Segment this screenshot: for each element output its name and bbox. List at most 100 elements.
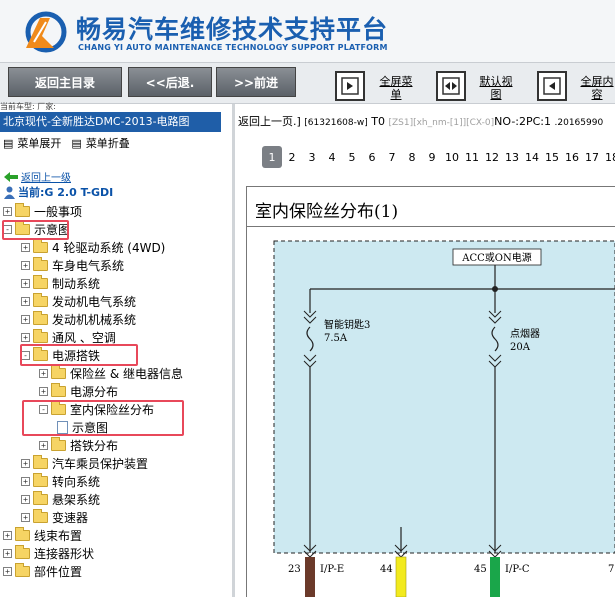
tree-item[interactable]: + 搭铁分布: [39, 436, 118, 454]
back-arrow-icon: [4, 171, 18, 182]
tree-item-label[interactable]: 转向系统: [52, 473, 100, 490]
tree-item-label[interactable]: 线束布置: [34, 527, 82, 544]
tree-item[interactable]: + 发动机机械系统: [21, 310, 136, 328]
page-16[interactable]: 16: [562, 146, 582, 168]
tree-item[interactable]: + 保险丝 & 继电器信息: [39, 364, 183, 382]
tree-item-label[interactable]: 悬架系统: [52, 491, 100, 508]
expand-icon[interactable]: +: [21, 476, 30, 486]
expand-icon[interactable]: +: [21, 296, 30, 306]
tree-item[interactable]: + 线束布置: [3, 526, 82, 544]
page-17[interactable]: 17: [582, 146, 602, 168]
expand-icon[interactable]: +: [21, 260, 30, 270]
page-5[interactable]: 5: [342, 146, 362, 168]
page-8[interactable]: 8: [402, 146, 422, 168]
page-15[interactable]: 15: [542, 146, 562, 168]
expand-icon[interactable]: +: [39, 386, 48, 396]
tree-item-label[interactable]: 变速器: [52, 509, 88, 526]
back-page-link[interactable]: 返回上一页.]: [238, 115, 301, 128]
expand-icon[interactable]: +: [39, 368, 48, 378]
expand-icon[interactable]: +: [3, 530, 12, 540]
forward-button[interactable]: >>前进: [216, 67, 296, 97]
tree-item[interactable]: +4 轮驱动系统 (4WD): [21, 238, 165, 256]
logo-icon: [25, 11, 67, 53]
expand-icon[interactable]: +: [3, 566, 12, 576]
page-7[interactable]: 7: [382, 146, 402, 168]
page-1[interactable]: 1: [262, 146, 282, 168]
vehicle-meta: 当前车型: 厂家:: [0, 102, 56, 111]
back-button[interactable]: <<后退.: [128, 67, 212, 97]
folder-icon: [33, 472, 48, 487]
home-button[interactable]: 返回主目录: [8, 67, 122, 97]
full-content-icon[interactable]: [537, 71, 567, 101]
highlight-box: [22, 400, 184, 436]
panel-divider[interactable]: [232, 104, 235, 597]
expand-icon[interactable]: +: [21, 314, 30, 324]
tree-item-label[interactable]: 连接器形状: [34, 545, 94, 562]
page-3[interactable]: 3: [302, 146, 322, 168]
expand-icon[interactable]: +: [39, 440, 48, 450]
tree-item[interactable]: + 发动机电气系统: [21, 292, 136, 310]
fuse-name: 智能钥匙3: [324, 318, 370, 331]
tree-item-label[interactable]: 发动机机械系统: [52, 311, 136, 328]
app-header: 畅易汽车维修技术支持平台 CHANG YI AUTO MAINTENANCE T…: [0, 0, 615, 62]
tree-item[interactable]: + 连接器形状: [3, 544, 94, 562]
page-2[interactable]: 2: [282, 146, 302, 168]
tree-item-label[interactable]: 车身电气系统: [52, 257, 124, 274]
page-12[interactable]: 12: [482, 146, 502, 168]
tree-item-label[interactable]: 制动系统: [52, 275, 100, 292]
tree-item[interactable]: + 车身电气系统: [21, 256, 124, 274]
page-10[interactable]: 10: [442, 146, 462, 168]
expand-icon[interactable]: +: [21, 242, 30, 252]
tree-item-label[interactable]: 电源分布: [70, 383, 118, 400]
fullscreen-menu-icon[interactable]: [335, 71, 365, 101]
expand-icon[interactable]: +: [21, 278, 30, 288]
tree-item-label[interactable]: 搭铁分布: [70, 437, 118, 454]
folder-icon: [15, 544, 30, 559]
folder-icon: [33, 256, 48, 271]
tree-item[interactable]: + 部件位置: [3, 562, 82, 580]
person-icon: [4, 186, 15, 199]
fuse-rating: 20A: [510, 342, 531, 353]
tree-item[interactable]: + 制动系统: [21, 274, 100, 292]
default-view-icon[interactable]: [436, 71, 466, 101]
tree-item-label[interactable]: 4 轮驱动系统 (4WD): [52, 239, 165, 256]
page-9[interactable]: 9: [422, 146, 442, 168]
fullscreen-menu-link[interactable]: 全屏菜单: [378, 75, 414, 101]
expand-icon[interactable]: +: [21, 512, 30, 522]
collapse-menu-button[interactable]: 菜单折叠: [86, 135, 130, 151]
tree-item[interactable]: + 汽车乘员保护装置: [21, 454, 148, 472]
folder-icon: [33, 454, 48, 469]
breadcrumb: 返回上一页.] [61321608-w] T0 [ZS1][xh_nm-[1]]…: [238, 115, 604, 128]
page-4[interactable]: 4: [322, 146, 342, 168]
page-18[interactable]: 18: [602, 146, 615, 168]
tree-item[interactable]: + 转向系统: [21, 472, 100, 490]
folder-icon: [33, 274, 48, 289]
expand-icon[interactable]: +: [3, 548, 12, 558]
back-up-link[interactable]: 返回上一级: [4, 169, 71, 184]
tree-item-label[interactable]: 发动机电气系统: [52, 293, 136, 310]
expand-menu-button[interactable]: 菜单展开: [17, 135, 61, 151]
folder-icon: [51, 436, 66, 451]
wiring-diagram: ACC或ON电源 智能钥匙3 7.5A 点烟器 20A 23 I/P-E 44 …: [273, 240, 615, 597]
tree-item-label[interactable]: 一般事项: [34, 203, 82, 220]
page-6[interactable]: 6: [362, 146, 382, 168]
expand-icon[interactable]: +: [3, 206, 12, 216]
page-13[interactable]: 13: [502, 146, 522, 168]
tree-item-label[interactable]: 汽车乘员保护装置: [52, 455, 148, 472]
page-11[interactable]: 11: [462, 146, 482, 168]
toolbar: 返回主目录 <<后退. >>前进 全屏菜单 默认视图 全屏内容: [0, 62, 615, 104]
expand-icon[interactable]: +: [21, 458, 30, 468]
tree-item-label[interactable]: 通风 、空调: [52, 329, 116, 346]
full-content-link[interactable]: 全屏内容: [580, 75, 614, 101]
tree-item[interactable]: + 悬架系统: [21, 490, 100, 508]
tree-item[interactable]: + 变速器: [21, 508, 88, 526]
tree-item[interactable]: + 一般事项: [3, 202, 82, 220]
expand-icon[interactable]: +: [21, 332, 30, 342]
tree-item-label[interactable]: 部件位置: [34, 563, 82, 580]
tree-item-label[interactable]: 保险丝 & 继电器信息: [70, 365, 183, 382]
tree-item[interactable]: + 电源分布: [39, 382, 118, 400]
expand-icon[interactable]: +: [21, 494, 30, 504]
list-icon: ▤: [3, 136, 14, 150]
default-view-link[interactable]: 默认视图: [478, 75, 514, 101]
page-14[interactable]: 14: [522, 146, 542, 168]
